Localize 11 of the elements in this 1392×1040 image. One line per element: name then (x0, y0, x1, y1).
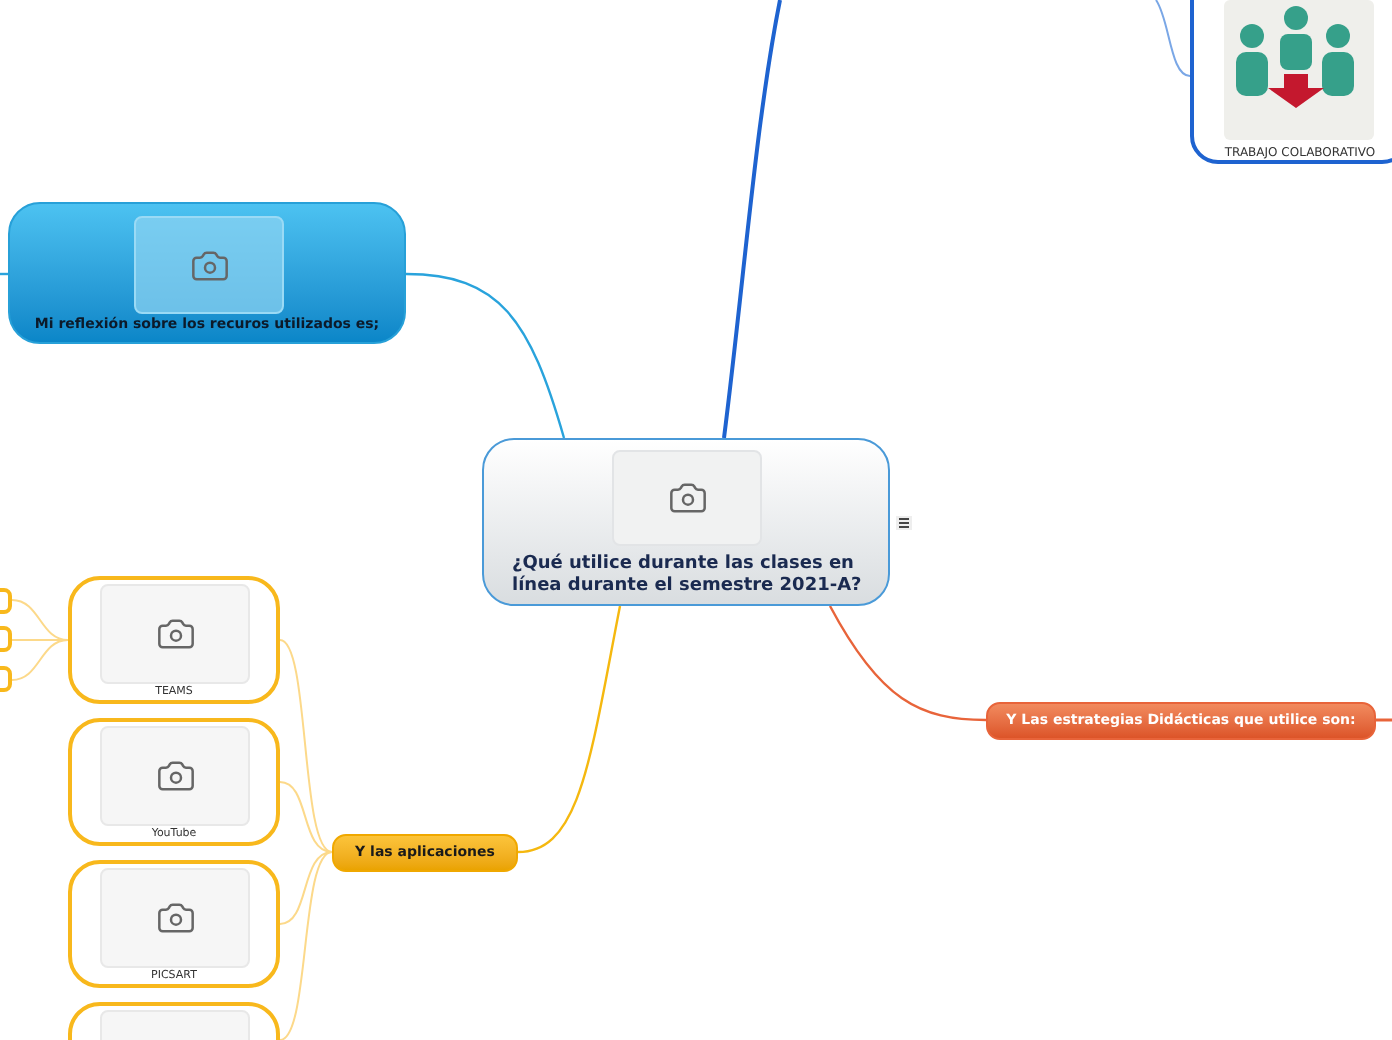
camera-icon (155, 756, 195, 796)
connector-line (1155, 0, 1191, 77)
connector-line (1376, 718, 1392, 722)
central-topic-title: ¿Qué utilice durante las clases en línea durante el semestre 2021-A? (512, 554, 864, 598)
menu-icon[interactable] (896, 516, 912, 530)
camera-icon (667, 478, 707, 518)
camera-icon (155, 898, 195, 938)
camera-icon (189, 245, 229, 285)
camera-icon (155, 614, 195, 654)
connector-line (0, 272, 8, 276)
central-topic-node[interactable]: ¿Qué utilice durante las clases en línea durante el semestre 2021-A? (482, 438, 890, 606)
